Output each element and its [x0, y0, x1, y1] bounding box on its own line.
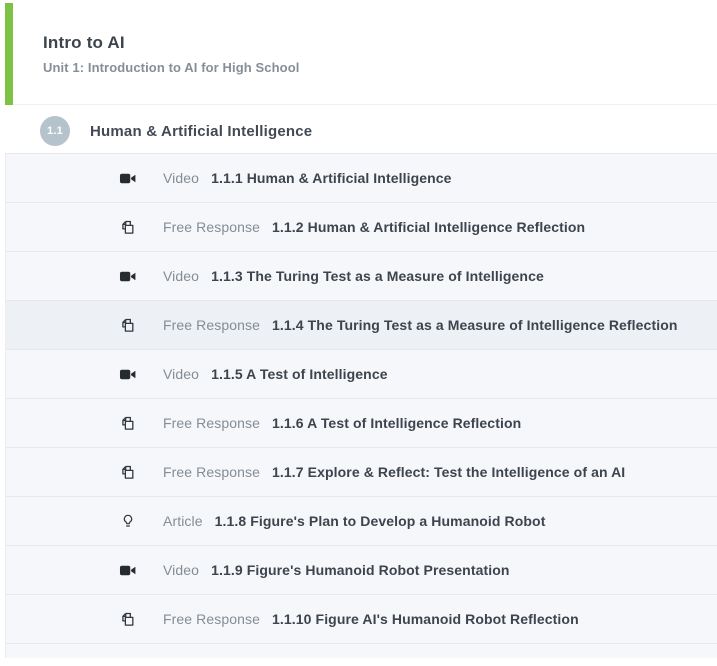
lesson-row[interactable]: Video 1.1.9 Figure's Humanoid Robot Pres… — [6, 546, 717, 595]
lesson-row-partial[interactable] — [5, 644, 717, 658]
section-title: Human & Artificial Intelligence — [90, 123, 312, 140]
copy-icon — [118, 414, 137, 433]
lesson-list: Video 1.1.1 Human & Artificial Intellige… — [5, 154, 717, 644]
lesson-title: 1.1.7 Explore & Reflect: Test the Intell… — [272, 464, 625, 480]
lesson-title: 1.1.4 The Turing Test as a Measure of In… — [272, 317, 677, 333]
course-title: Intro to AI — [43, 33, 717, 53]
lesson-row[interactable]: Free Response 1.1.4 The Turing Test as a… — [6, 301, 717, 350]
unit-header: Intro to AI Unit 1: Introduction to AI f… — [5, 3, 717, 105]
lesson-row[interactable]: Free Response 1.1.10 Figure AI's Humanoi… — [6, 595, 717, 644]
section-number-badge: 1.1 — [40, 116, 70, 146]
video-icon — [118, 267, 137, 286]
lesson-type-label: Video — [163, 366, 199, 382]
unit-header-text: Intro to AI Unit 1: Introduction to AI f… — [5, 3, 717, 75]
copy-icon — [118, 610, 137, 629]
video-icon — [118, 365, 137, 384]
lesson-title: 1.1.8 Figure's Plan to Develop a Humanoi… — [215, 513, 546, 529]
lesson-row[interactable]: Article 1.1.8 Figure's Plan to Develop a… — [6, 497, 717, 546]
copy-icon — [118, 463, 137, 482]
copy-icon — [118, 316, 137, 335]
lesson-row[interactable]: Free Response 1.1.7 Explore & Reflect: T… — [6, 448, 717, 497]
lesson-type-label: Free Response — [163, 219, 260, 235]
lesson-row[interactable]: Free Response 1.1.2 Human & Artificial I… — [6, 203, 717, 252]
lesson-type-label: Video — [163, 170, 199, 186]
video-icon — [118, 169, 137, 188]
lesson-row[interactable]: Video 1.1.3 The Turing Test as a Measure… — [6, 252, 717, 301]
lesson-title: 1.1.1 Human & Artificial Intelligence — [211, 170, 451, 186]
lesson-title: 1.1.2 Human & Artificial Intelligence Re… — [272, 219, 585, 235]
lesson-row[interactable]: Video 1.1.1 Human & Artificial Intellige… — [6, 154, 717, 203]
lesson-type-label: Free Response — [163, 611, 260, 627]
lesson-type-label: Video — [163, 562, 199, 578]
lesson-type-label: Article — [163, 513, 203, 529]
lightbulb-icon — [118, 512, 137, 531]
lesson-title: 1.1.6 A Test of Intelligence Reflection — [272, 415, 521, 431]
video-icon — [118, 561, 137, 580]
lesson-row[interactable]: Video 1.1.5 A Test of Intelligence — [6, 350, 717, 399]
copy-icon — [118, 218, 137, 237]
unit-subtitle: Unit 1: Introduction to AI for High Scho… — [43, 60, 717, 75]
unit-accent-bar — [5, 3, 13, 105]
lesson-title: 1.1.5 A Test of Intelligence — [211, 366, 388, 382]
lesson-type-label: Video — [163, 268, 199, 284]
lesson-type-label: Free Response — [163, 464, 260, 480]
lesson-type-label: Free Response — [163, 317, 260, 333]
section-header[interactable]: 1.1 Human & Artificial Intelligence — [5, 109, 717, 154]
lesson-title: 1.1.9 Figure's Humanoid Robot Presentati… — [211, 562, 509, 578]
lesson-type-label: Free Response — [163, 415, 260, 431]
lesson-row[interactable]: Free Response 1.1.6 A Test of Intelligen… — [6, 399, 717, 448]
lesson-title: 1.1.10 Figure AI's Humanoid Robot Reflec… — [272, 611, 579, 627]
lesson-title: 1.1.3 The Turing Test as a Measure of In… — [211, 268, 544, 284]
unit-curriculum-page: Intro to AI Unit 1: Introduction to AI f… — [0, 0, 717, 658]
